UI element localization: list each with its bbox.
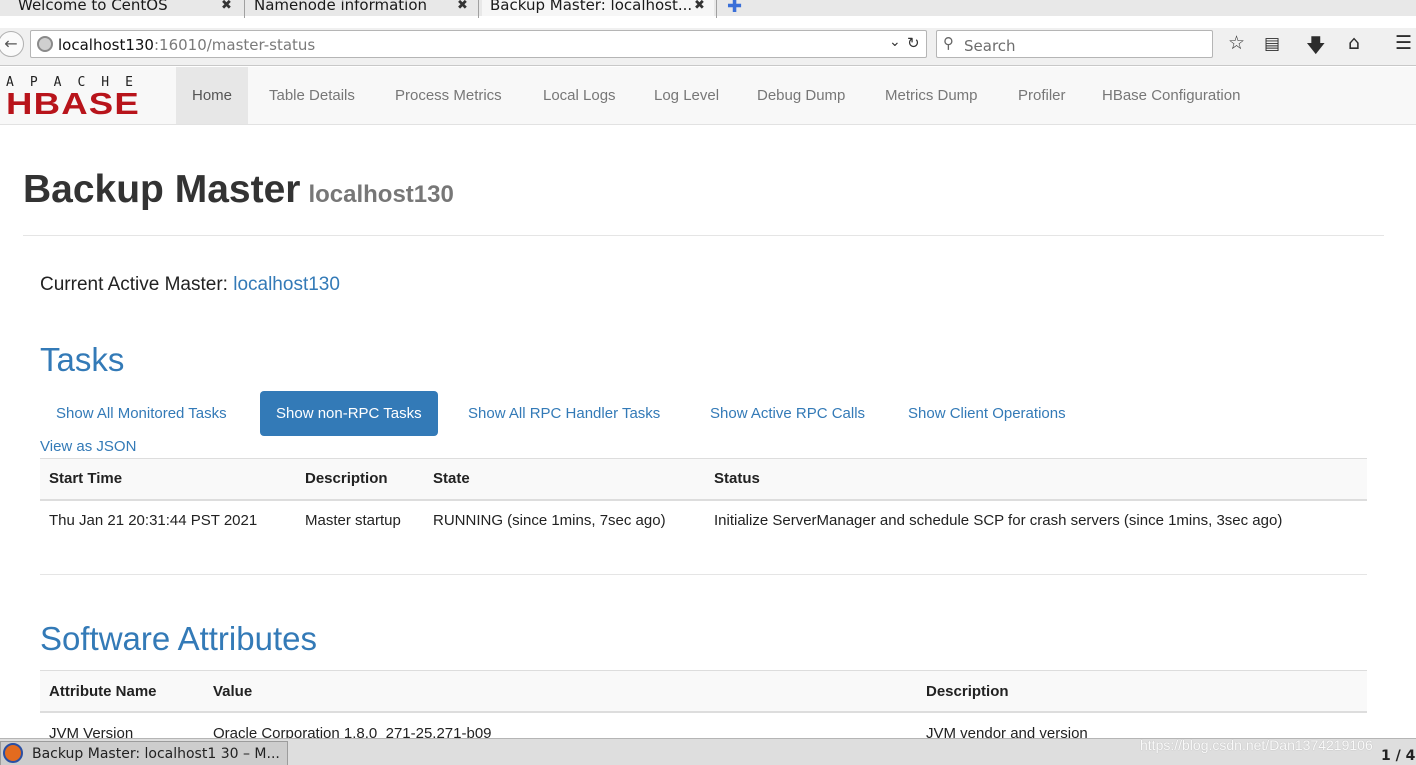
cell-description: JVM vendor and version bbox=[926, 725, 1088, 738]
table-header-row bbox=[40, 458, 1367, 501]
close-icon[interactable]: ✖ bbox=[221, 0, 232, 13]
tab-title: Backup Master: localhost... bbox=[490, 0, 693, 14]
cell-start-time: Thu Jan 21 20:31:44 PST 2021 bbox=[49, 512, 258, 529]
logo-hbase-text: HBASE bbox=[6, 86, 140, 121]
hbase-navbar: APACHE HBASE Home Table Details Process … bbox=[0, 67, 1416, 125]
search-placeholder: Search bbox=[964, 37, 1016, 55]
nav-process-metrics[interactable]: Process Metrics bbox=[395, 67, 502, 124]
tab-title: Welcome to CentOS bbox=[18, 0, 168, 14]
reading-list-icon[interactable]: ▤ bbox=[1264, 34, 1280, 54]
back-icon[interactable]: ← bbox=[0, 31, 24, 57]
workspace-pager[interactable]: 1 / 4 bbox=[1381, 748, 1415, 764]
column-header-description: Description bbox=[926, 683, 1009, 700]
close-icon[interactable]: ✖ bbox=[457, 0, 468, 13]
nav-metrics-dump[interactable]: Metrics Dump bbox=[885, 67, 978, 124]
browser-tab-strip: Welcome to CentOS ✖ Namenode information… bbox=[0, 0, 1416, 18]
cell-state: RUNNING (since 1mins, 7sec ago) bbox=[433, 512, 666, 529]
column-header-description: Description bbox=[305, 470, 388, 487]
cell-attribute-name: JVM Version bbox=[49, 725, 134, 738]
search-input[interactable]: ⚲ Search bbox=[936, 30, 1213, 58]
dropdown-icon[interactable]: ⌄ bbox=[889, 34, 901, 50]
view-as-json-link[interactable]: View as JSON bbox=[40, 438, 136, 455]
cell-description: Master startup bbox=[305, 512, 401, 529]
download-icon[interactable]: 🡇 bbox=[1306, 32, 1326, 64]
tab-show-all-monitored-tasks[interactable]: Show All Monitored Tasks bbox=[40, 391, 243, 436]
browser-tab-namenode[interactable]: Namenode information ✖ bbox=[254, 0, 474, 16]
page-title-host: localhost130 bbox=[308, 181, 454, 208]
divider bbox=[23, 235, 1384, 236]
tab-show-all-rpc-handler-tasks[interactable]: Show All RPC Handler Tasks bbox=[452, 391, 676, 436]
close-icon[interactable]: ✖ bbox=[694, 0, 705, 13]
firefox-icon bbox=[3, 743, 23, 763]
search-icon: ⚲ bbox=[943, 34, 954, 52]
page-title-text: Backup Master bbox=[23, 168, 301, 211]
tab-show-client-operations[interactable]: Show Client Operations bbox=[892, 391, 1082, 436]
url-host: localhost130 bbox=[58, 36, 154, 54]
tasks-table: Start Time Description State Status Thu … bbox=[40, 458, 1367, 574]
active-master-link[interactable]: localhost130 bbox=[233, 274, 340, 295]
nav-profiler[interactable]: Profiler bbox=[1018, 67, 1066, 124]
tab-title: Namenode information bbox=[254, 0, 428, 14]
divider bbox=[40, 574, 1367, 575]
nav-hbase-configuration[interactable]: HBase Configuration bbox=[1102, 67, 1240, 124]
column-header-value: Value bbox=[213, 683, 253, 700]
software-attributes-heading: Software Attributes bbox=[40, 620, 317, 657]
active-master-label: Current Active Master: bbox=[40, 274, 228, 295]
nav-home[interactable]: Home bbox=[176, 67, 249, 124]
url-bar[interactable]: localhost130:16010/master-status ⌄ ↻ bbox=[30, 30, 927, 58]
tab-separator bbox=[244, 0, 245, 18]
column-header-attribute-name: Attribute Name bbox=[49, 683, 157, 700]
cell-value: Oracle Corporation 1.8.0_271-25.271-b09 bbox=[213, 725, 492, 738]
software-attributes-table: Attribute Name Value Description JVM Ver… bbox=[40, 670, 1367, 738]
browser-tab-backup-master[interactable]: Backup Master: localhost... ✖ bbox=[482, 0, 714, 16]
home-icon[interactable]: ⌂ bbox=[1348, 32, 1360, 54]
reload-icon[interactable]: ↻ bbox=[907, 34, 920, 52]
page-title: Backup Master localhost130 bbox=[23, 168, 454, 212]
tasks-heading: Tasks bbox=[40, 341, 125, 378]
nav-log-level[interactable]: Log Level bbox=[654, 67, 719, 124]
url-text: localhost130:16010/master-status bbox=[58, 36, 315, 54]
bookmark-star-icon[interactable]: ☆ bbox=[1228, 32, 1245, 54]
watermark-text: https://blog.csdn.net/Dan1374219106 bbox=[1140, 737, 1373, 753]
os-taskbar: Backup Master: localhost1 30 – M... http… bbox=[0, 737, 1416, 765]
taskbar-window-label: Backup Master: localhost1 30 – M... bbox=[32, 746, 280, 762]
menu-icon[interactable]: ☰ bbox=[1395, 32, 1412, 54]
globe-icon bbox=[37, 36, 53, 52]
tab-separator bbox=[478, 0, 479, 18]
taskbar-window-button[interactable]: Backup Master: localhost1 30 – M... bbox=[0, 741, 288, 765]
column-header-start-time: Start Time bbox=[49, 470, 123, 487]
tab-show-active-rpc-calls[interactable]: Show Active RPC Calls bbox=[694, 391, 881, 436]
column-header-status: Status bbox=[714, 470, 760, 487]
cell-status: Initialize ServerManager and schedule SC… bbox=[714, 512, 1283, 529]
browser-navbar: ← localhost130:16010/master-status ⌄ ↻ ⚲… bbox=[0, 28, 1416, 66]
nav-local-logs[interactable]: Local Logs bbox=[543, 67, 616, 124]
browser-tab-centos[interactable]: Welcome to CentOS ✖ bbox=[18, 0, 243, 16]
tab-separator bbox=[716, 0, 717, 18]
new-tab-icon[interactable]: ✚ bbox=[727, 0, 742, 17]
url-path: :16010/master-status bbox=[153, 36, 316, 54]
active-master-line: Current Active Master: localhost130 bbox=[40, 274, 340, 296]
tab-show-non-rpc-tasks[interactable]: Show non-RPC Tasks bbox=[260, 391, 438, 436]
nav-debug-dump[interactable]: Debug Dump bbox=[757, 67, 845, 124]
nav-table-details[interactable]: Table Details bbox=[269, 67, 355, 124]
hbase-logo[interactable]: APACHE HBASE bbox=[4, 75, 164, 121]
column-header-state: State bbox=[433, 470, 470, 487]
